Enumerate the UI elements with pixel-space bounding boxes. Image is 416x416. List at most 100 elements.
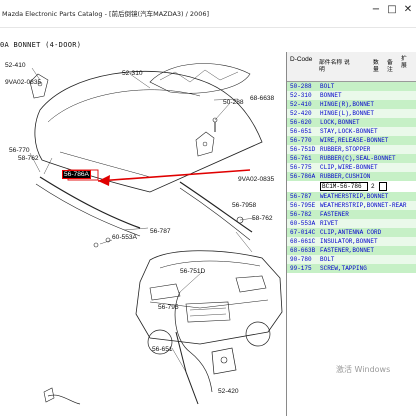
- callout-68-6638[interactable]: 68-6638: [250, 95, 274, 102]
- qty-input-box[interactable]: [379, 182, 387, 191]
- callout-56-770[interactable]: 56-770: [9, 147, 30, 154]
- parts-list-header: D-Code 部件名称 说明 数量 备注 扩展: [287, 52, 416, 82]
- part-name: CLIP,ANTENNA CORD: [320, 229, 382, 236]
- parts-row[interactable]: 52-310 BONNET: [287, 91, 416, 100]
- column-header-ext[interactable]: 扩展: [401, 56, 409, 69]
- part-name: BOLT: [320, 83, 335, 90]
- callout-60-553a[interactable]: 60-553A: [112, 234, 137, 241]
- parts-list-panel: D-Code 部件名称 说明 数量 备注 扩展 50-288 BOLT 52-31…: [286, 52, 416, 416]
- parts-row-selected[interactable]: BC1M-56-786 2: [287, 182, 416, 191]
- parts-row[interactable]: 56-751D RUBBER,STOPPER: [287, 145, 416, 154]
- parts-row[interactable]: 52-420 HINGE(L),BONNET: [287, 109, 416, 118]
- parts-row[interactable]: 90-780 BOLT: [287, 255, 416, 264]
- parts-row[interactable]: 56-787 WEATHERSTRIP,BONNET: [287, 192, 416, 201]
- part-code: 56-782: [290, 211, 312, 218]
- part-name: STAY,LOCK-BONNET: [320, 128, 378, 135]
- callout-56-787[interactable]: 56-787: [150, 228, 171, 235]
- parts-row[interactable]: 56-795E WEATHERSTRIP,BONNET-REAR: [287, 201, 416, 210]
- part-code: 52-410: [290, 101, 312, 108]
- window-titlebar: Mazda Electronic Parts Catalog - [前后倒镜(汽…: [0, 0, 416, 28]
- part-name: LOCK,BONNET: [320, 119, 360, 126]
- callout-58-762[interactable]: 58-762: [18, 155, 39, 162]
- part-code: 50-288: [290, 83, 312, 90]
- parts-row[interactable]: 56-761 RUBBER(C),SEAL-BONNET: [287, 154, 416, 163]
- close-button[interactable]: ✕: [402, 4, 414, 16]
- part-name: SCREW,TAPPING: [320, 265, 367, 272]
- column-header-name[interactable]: 部件名称 说明: [319, 60, 353, 73]
- part-name: RUBBER,STOPPER: [320, 146, 371, 153]
- windows-activation-watermark: 激活 Windows: [336, 365, 391, 374]
- parts-row[interactable]: 56-651 STAY,LOCK-BONNET: [287, 127, 416, 136]
- part-name: RUBBER(C),SEAL-BONNET: [320, 155, 396, 162]
- parts-row[interactable]: 68-661C INSULATOR,BONNET: [287, 237, 416, 246]
- part-name: HINGE(L),BONNET: [320, 110, 375, 117]
- part-code: 56-620: [290, 119, 312, 126]
- parts-row[interactable]: 52-410 HINGE(R),BONNET: [287, 100, 416, 109]
- parts-row[interactable]: 56-770 WIRE,RELEASE-BONNET: [287, 136, 416, 145]
- column-header-note[interactable]: 备注: [387, 60, 395, 73]
- callout-52-310[interactable]: 52-310: [122, 70, 143, 77]
- part-name: HINGE(R),BONNET: [320, 101, 375, 108]
- window-title: Mazda Electronic Parts Catalog - [前后倒镜(汽…: [2, 10, 209, 18]
- part-code: 56-775: [290, 164, 312, 171]
- part-code: 52-420: [290, 110, 312, 117]
- maximize-button[interactable]: □: [386, 4, 398, 16]
- part-code: 68-663B: [290, 247, 316, 254]
- parts-row[interactable]: 56-782 FASTENER: [287, 210, 416, 219]
- callout-52-420[interactable]: 52-420: [218, 388, 239, 395]
- part-code: 68-661C: [290, 238, 316, 245]
- callout-56-7958[interactable]: 56-7958: [232, 202, 256, 209]
- minimize-button[interactable]: −: [370, 4, 382, 16]
- part-code: 67-014C: [290, 229, 316, 236]
- callout-52-410[interactable]: 52-410: [5, 62, 26, 69]
- part-name: WIRE,RELEASE-BONNET: [320, 137, 389, 144]
- callout-50-288[interactable]: 50-288: [223, 99, 244, 106]
- diagram-header: 0A BONNET (4-DOOR): [0, 40, 284, 52]
- callout-56-751d[interactable]: 56-751D: [180, 268, 205, 275]
- part-name: INSULATOR,BONNET: [320, 238, 378, 245]
- part-qty: 2: [371, 183, 375, 190]
- callout-56-795[interactable]: 56-795: [158, 304, 179, 311]
- callout-56-651[interactable]: 56-651: [152, 346, 173, 353]
- part-name: FASTENER,BONNET: [320, 247, 375, 254]
- part-name: BOLT: [320, 256, 335, 263]
- part-code: 60-553A: [290, 220, 316, 227]
- parts-row[interactable]: 99-175 SCREW,TAPPING: [287, 264, 416, 273]
- part-code: 56-786A: [290, 173, 316, 180]
- parts-row[interactable]: 60-553A RIVET: [287, 219, 416, 228]
- column-header-qty[interactable]: 数量: [373, 60, 381, 73]
- callout-9va02-0835[interactable]: 9VA02-0835: [5, 79, 41, 86]
- parts-row[interactable]: 68-663B FASTENER,BONNET: [287, 246, 416, 255]
- latch-lock: [211, 347, 237, 375]
- callout-9va02-0835-right[interactable]: 9VA02-0835: [238, 176, 274, 183]
- diagram-drawing: [29, 63, 283, 405]
- parts-row[interactable]: 56-775 CLIP,WIRE-BONNET: [287, 163, 416, 172]
- part-code: 56-787: [290, 193, 312, 200]
- weatherstrip-front: [39, 176, 141, 229]
- callout-58-762-right[interactable]: 58-762: [252, 215, 273, 222]
- parts-row[interactable]: 56-786A RUBBER,CUSHION: [287, 172, 416, 181]
- part-code: 56-651: [290, 128, 312, 135]
- part-code: 90-780: [290, 256, 312, 263]
- part-code: 99-175: [290, 265, 312, 272]
- parts-row[interactable]: 50-288 BOLT: [287, 82, 416, 91]
- parts-diagram: 52-410 9VA02-0835 52-310 50-288 68-6638 …: [0, 52, 286, 416]
- part-code: 56-770: [290, 137, 312, 144]
- part-code: 56-795E: [290, 202, 316, 209]
- part-name: FASTENER: [320, 211, 349, 218]
- part-name: CLIP,WIRE-BONNET: [320, 164, 378, 171]
- diagram-title: 0A BONNET (4-DOOR): [0, 41, 82, 49]
- part-name: RUBBER,CUSHION: [320, 173, 371, 180]
- parts-row[interactable]: 67-014C CLIP,ANTENNA CORD: [287, 228, 416, 237]
- part-name: WEATHERSTRIP,BONNET-REAR: [320, 202, 407, 209]
- callout-56-786a-selected[interactable]: 56-786A: [62, 170, 91, 179]
- part-name: WEATHERSTRIP,BONNET: [320, 193, 389, 200]
- part-name: BONNET: [320, 92, 342, 99]
- parts-row[interactable]: 56-620 LOCK,BONNET: [287, 118, 416, 127]
- column-header-code[interactable]: D-Code: [290, 56, 312, 63]
- hinge-right: [195, 131, 215, 157]
- part-code: 52-310: [290, 92, 312, 99]
- part-code: 56-761: [290, 155, 312, 162]
- part-number-field[interactable]: BC1M-56-786: [320, 182, 368, 191]
- insulator-outline: [149, 63, 251, 94]
